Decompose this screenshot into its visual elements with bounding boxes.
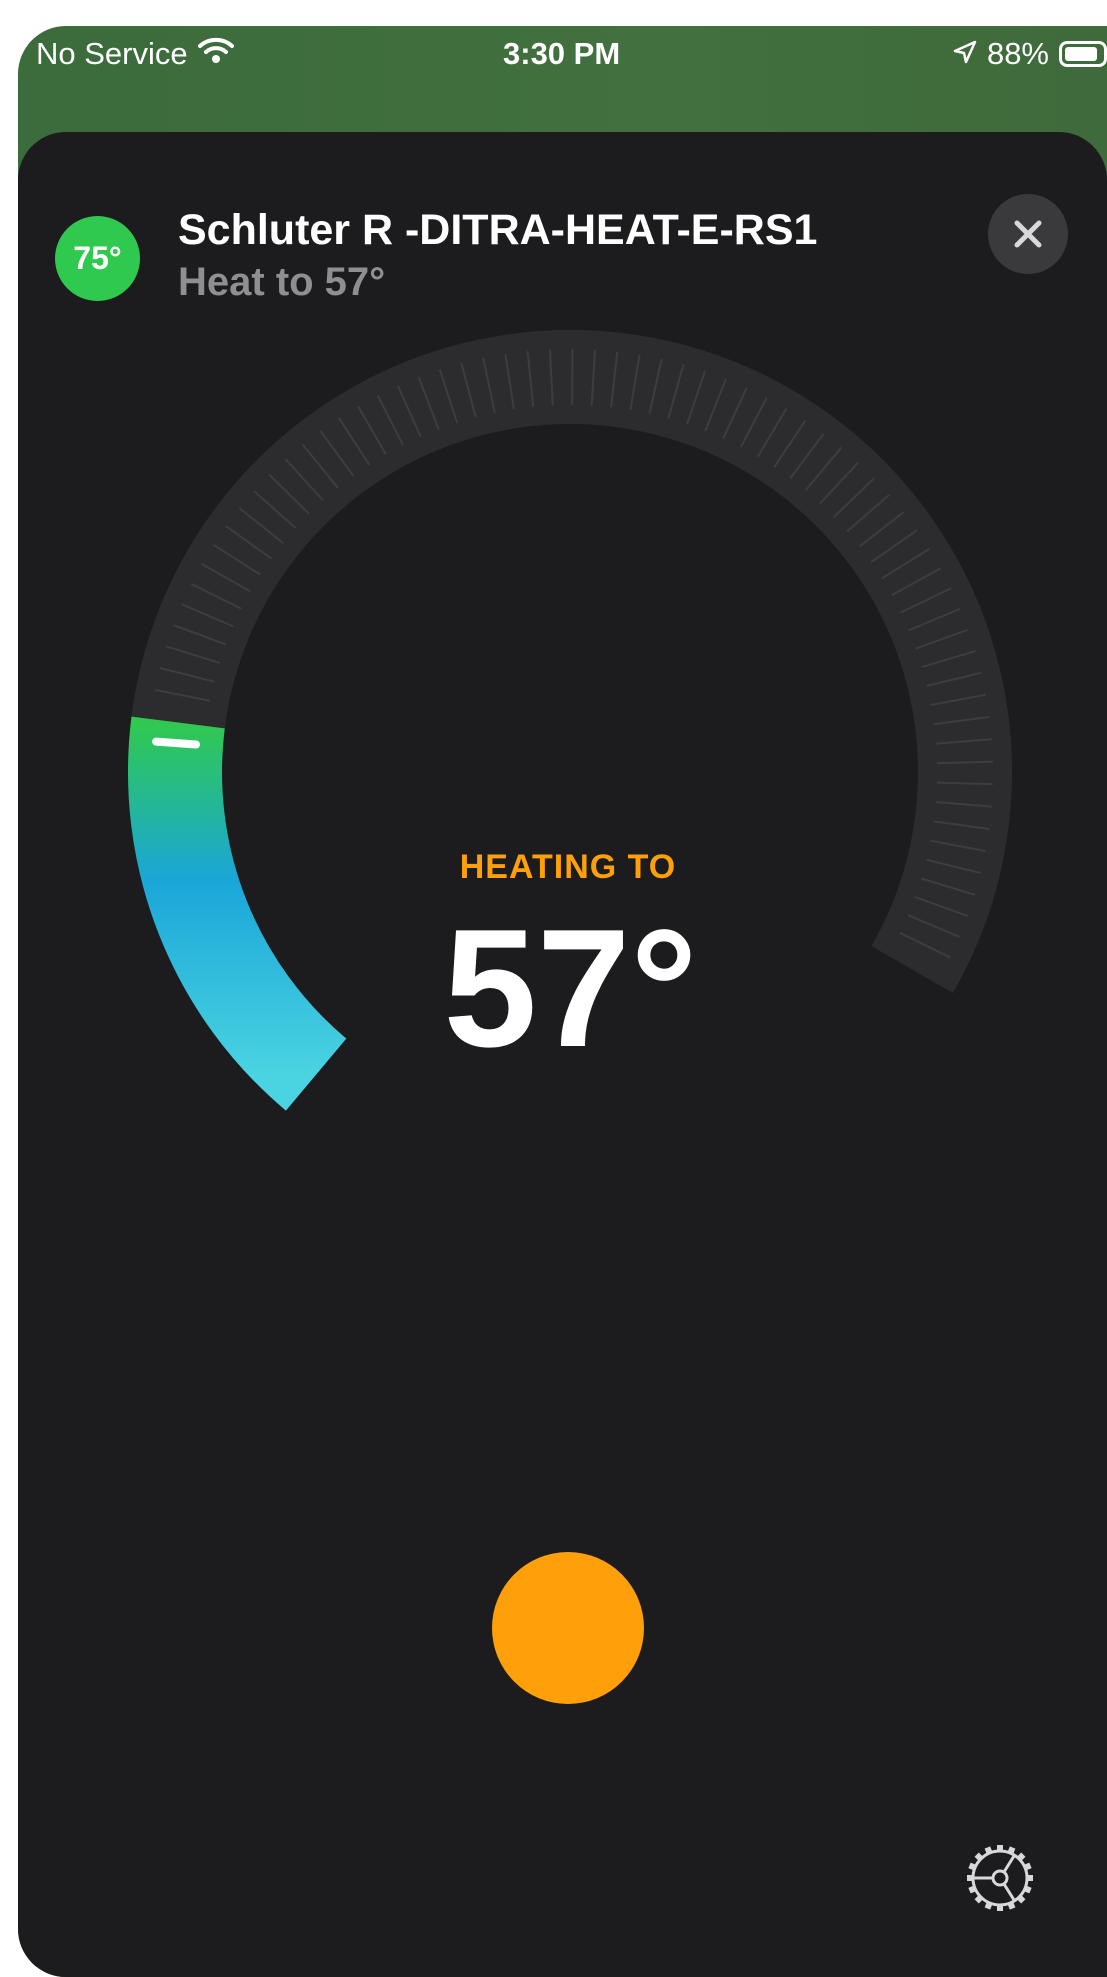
status-right: 88% — [953, 36, 1107, 72]
heating-status-label: HEATING TO — [459, 848, 677, 886]
dial-tick — [936, 760, 993, 765]
wifi-icon — [197, 36, 234, 72]
location-arrow-icon — [953, 36, 977, 72]
status-left: No Service — [36, 36, 234, 72]
setpoint-temperature: 57° — [443, 894, 698, 1082]
gear-tooth — [997, 1904, 1003, 1911]
thermostat-sheet: 75° Schluter R -DITRA-HEAT-E-RS1 Heat to… — [18, 132, 1107, 1977]
battery-fill — [1065, 47, 1097, 61]
gear-tooth — [1026, 1875, 1033, 1881]
battery-icon — [1059, 41, 1107, 67]
gear-tooth — [1016, 1852, 1026, 1862]
gear-tooth — [1016, 1894, 1026, 1904]
gear-tooth — [974, 1852, 984, 1862]
dial-handle[interactable] — [152, 737, 201, 749]
phone-screen: No Service 3:30 PM 88% 75° Schluter R -D… — [18, 26, 1107, 1977]
gear-tooth — [974, 1894, 984, 1904]
gear-tooth — [967, 1875, 974, 1881]
gear-tooth — [997, 1845, 1003, 1852]
carrier-label: No Service — [36, 36, 188, 71]
settings-button[interactable] — [960, 1838, 1040, 1918]
status-time: 3:30 PM — [503, 36, 621, 71]
heat-mode-button[interactable] — [492, 1552, 644, 1704]
gear-icon — [967, 1845, 1033, 1911]
status-bar: No Service 3:30 PM 88% — [18, 26, 1107, 86]
battery-percent: 88% — [986, 36, 1049, 71]
